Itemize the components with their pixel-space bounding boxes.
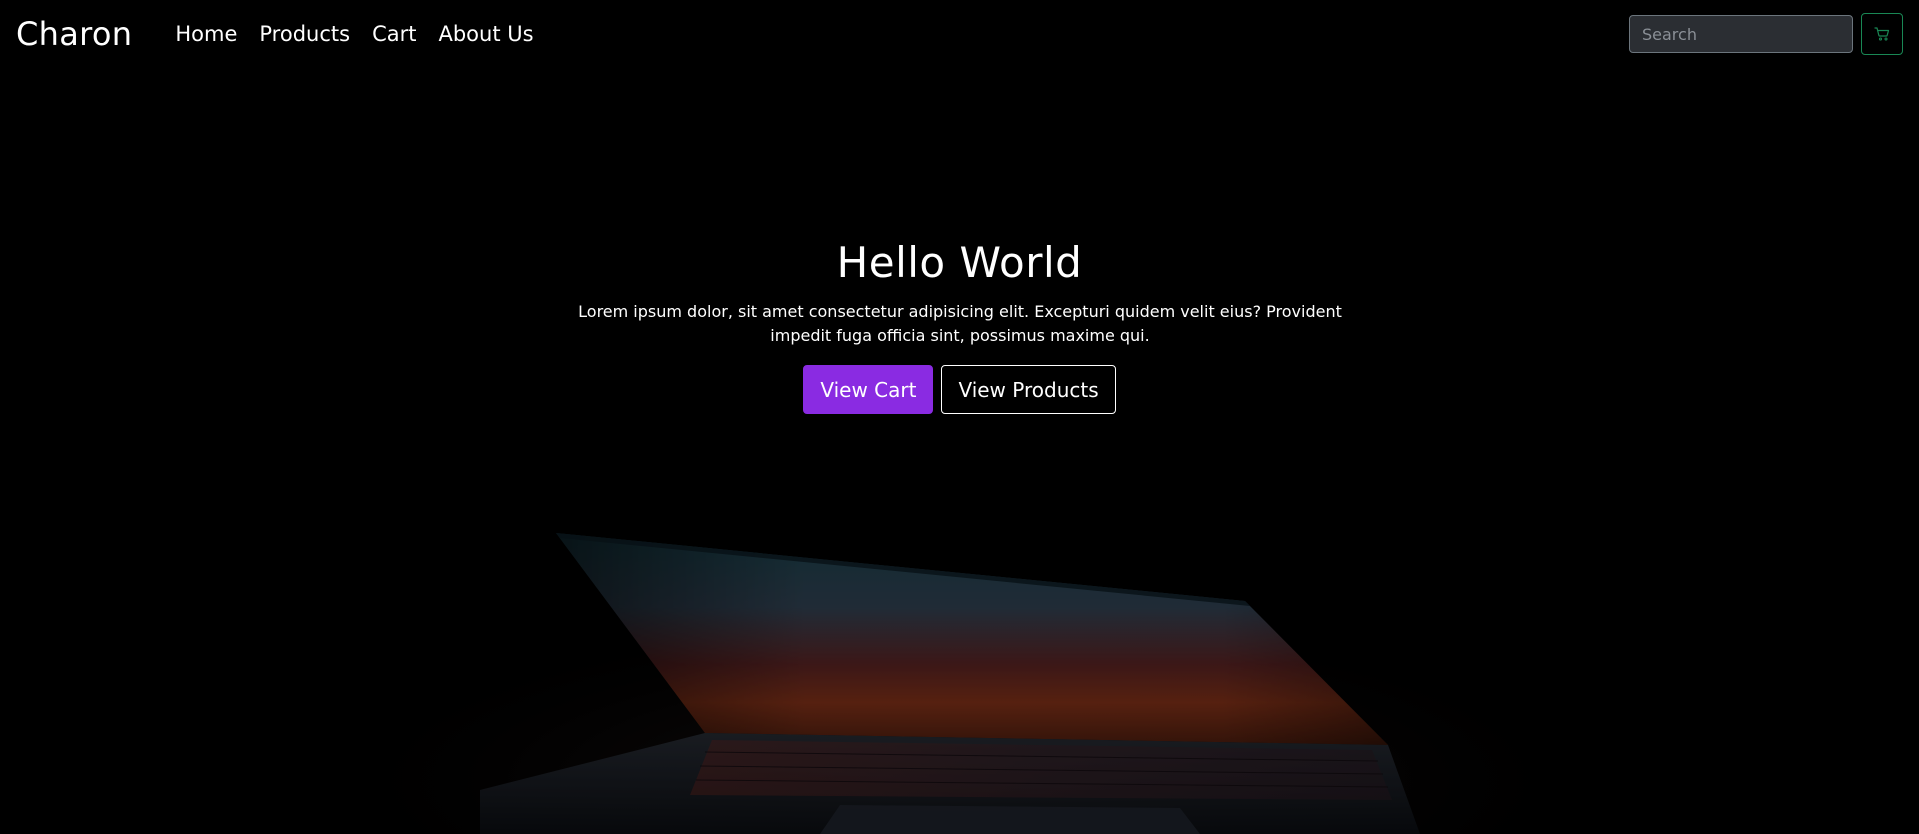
nav-link-about-us[interactable]: About Us <box>427 22 544 46</box>
hero-section: Hello World Lorem ipsum dolor, sit amet … <box>0 0 1919 834</box>
hero-buttons: View Cart View Products <box>0 365 1919 414</box>
navbar: Charon Home Products Cart About Us <box>0 0 1919 68</box>
nav-link-products[interactable]: Products <box>248 22 361 46</box>
brand-logo[interactable]: Charon <box>16 15 132 53</box>
cart-icon <box>1874 27 1890 41</box>
nav-right <box>1629 13 1903 55</box>
nav-link-cart[interactable]: Cart <box>361 22 427 46</box>
hero-description: Lorem ipsum dolor, sit amet consectetur … <box>578 302 1342 345</box>
search-input[interactable] <box>1629 15 1853 53</box>
view-cart-button[interactable]: View Cart <box>803 365 934 414</box>
nav-link-home[interactable]: Home <box>164 22 248 46</box>
nav-links: Home Products Cart About Us <box>164 22 544 46</box>
page: Charon Home Products Cart About Us Hello… <box>0 0 1919 834</box>
hero-title: Hello World <box>836 238 1083 287</box>
view-products-button[interactable]: View Products <box>941 365 1116 414</box>
cart-button[interactable] <box>1861 13 1903 55</box>
